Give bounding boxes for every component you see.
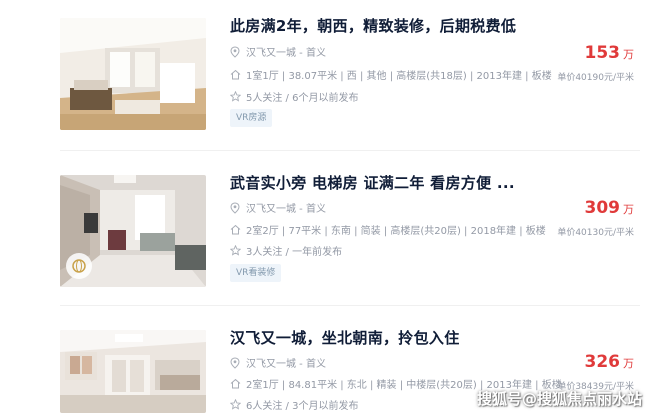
- location-pin-icon: [229, 45, 241, 58]
- followers-text: 5人关注 / 6个月以前发布: [246, 93, 359, 104]
- house-icon: [229, 224, 241, 236]
- price-unit: 万: [623, 48, 634, 61]
- listing-photo-3[interactable]: [60, 330, 206, 413]
- listing-divider: [60, 150, 640, 151]
- price-value: 326: [584, 352, 621, 372]
- listing-title-1[interactable]: 此房满2年，朝西，精致装修，后期税费低: [230, 15, 516, 36]
- details-text: 1室1厅 | 38.07平米 | 西 | 其他 | 高楼层(共18层) | 20…: [246, 71, 552, 82]
- location-text: 汉飞又一城 - 首义: [246, 204, 326, 215]
- price-value: 309: [584, 198, 621, 218]
- house-icon: [229, 378, 241, 390]
- listing-details-1: 1室1厅 | 38.07平米 | 西 | 其他 | 高楼层(共18层) | 20…: [229, 67, 552, 82]
- listing-photo-1[interactable]: [60, 18, 206, 130]
- listing-tag-2[interactable]: VR看装修: [230, 264, 282, 282]
- house-icon: [229, 69, 241, 81]
- listing-location-1[interactable]: 汉飞又一城 - 首义: [229, 44, 326, 59]
- listing-unit-price-1: 单价40190元/平米: [557, 73, 634, 83]
- listing-price-2: 309 万: [585, 198, 635, 218]
- price-unit: 万: [623, 203, 634, 216]
- location-pin-icon: [229, 356, 241, 369]
- listing-divider: [60, 305, 640, 306]
- watermark: 搜狐号@搜狐焦点丽水站: [476, 390, 642, 408]
- price-value: 153: [584, 43, 621, 63]
- price-unit: 万: [623, 357, 634, 370]
- listing-photo-2[interactable]: [60, 175, 206, 287]
- listing-price-3: 326 万: [585, 352, 635, 372]
- details-text: 2室2厅 | 77平米 | 东南 | 简装 | 高楼层(共20层) | 2018…: [246, 226, 546, 237]
- listing-tag-1[interactable]: VR房源: [230, 109, 273, 127]
- star-icon: [229, 91, 241, 103]
- listing-followers-2: 3人关注 / 一年前发布: [229, 243, 342, 258]
- vr-badge-icon[interactable]: [66, 253, 92, 279]
- listing-followers-3: 6人关注 / 3个月以前发布: [229, 397, 358, 412]
- location-pin-icon: [229, 201, 241, 214]
- star-icon: [229, 245, 241, 257]
- listing-location-3[interactable]: 汉飞又一城 - 首义: [229, 355, 326, 370]
- listing-title-3[interactable]: 汉飞又一城，坐北朝南，拎包入住: [230, 327, 460, 348]
- listing-price-1: 153 万: [585, 43, 635, 63]
- followers-text: 6人关注 / 3个月以前发布: [246, 401, 359, 412]
- star-icon: [229, 399, 241, 411]
- listing-title-2[interactable]: 武音实小旁 电梯房 证满二年 看房方便 ...: [230, 172, 515, 193]
- location-text: 汉飞又一城 - 首义: [246, 48, 326, 59]
- listing-location-2[interactable]: 汉飞又一城 - 首义: [229, 200, 326, 215]
- listing-details-2: 2室2厅 | 77平米 | 东南 | 简装 | 高楼层(共20层) | 2018…: [229, 222, 546, 237]
- listing-unit-price-2: 单价40130元/平米: [557, 228, 634, 238]
- listing-followers-1: 5人关注 / 6个月以前发布: [229, 89, 358, 104]
- location-text: 汉飞又一城 - 首义: [246, 359, 326, 370]
- followers-text: 3人关注 / 一年前发布: [246, 247, 343, 258]
